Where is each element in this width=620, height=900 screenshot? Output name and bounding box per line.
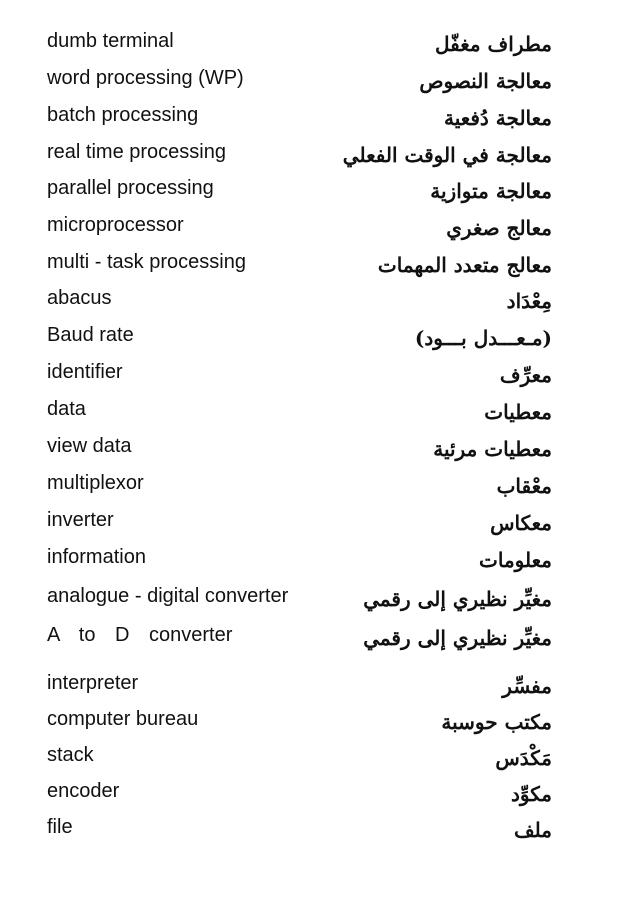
arabic-term: معالج متعدد المهمات [377,253,552,277]
glossary-entry: view data معطيات مرئية [0,433,620,469]
arabic-term: مطراف مغفّل [434,32,552,56]
english-term: interpreter [47,672,139,694]
arabic-term: معالج صغري [446,216,552,240]
arabic-term: (مـعـــدل بـــود) [414,326,552,350]
glossary-entry: Baud rate (مـعـــدل بـــود) [0,322,620,358]
arabic-term: مكتب حوسبة [441,710,552,734]
english-term: abacus [47,287,112,309]
arabic-term: مكوِّد [511,782,552,806]
glossary-entry: file ملف [0,814,620,850]
arabic-term: معالجة متوازية [430,179,552,203]
glossary-entry: multi - task processing معالج متعدد المه… [0,249,620,285]
arabic-term: معطيات [484,400,552,424]
arabic-term: مَكْدَس [495,746,552,770]
english-term: data [47,398,86,420]
glossary-entry: multiplexor معْقاب [0,470,620,506]
english-term: stack [47,744,94,766]
glossary-entry: real time processing معالجة في الوقت الف… [0,139,620,175]
english-term: dumb terminal [47,30,174,52]
english-term: inverter [47,509,114,531]
arabic-term: مفسِّر [502,674,552,698]
english-term: multiplexor [47,472,144,494]
arabic-term: معطيات مرئية [433,437,552,461]
english-term: microprocessor [47,214,184,236]
english-term: Baud rate [47,324,134,346]
english-term: encoder [47,780,120,802]
arabic-term: معالجة النصوص [419,69,552,93]
glossary-entry: abacus مِعْدَاد [0,285,620,321]
english-term: batch processing [47,104,199,126]
english-term: view data [47,435,132,457]
glossary-entry: data معطيات [0,396,620,432]
glossary-entry: computer bureau مكتب حوسبة [0,706,620,742]
english-term: multi - task processing [47,251,246,273]
arabic-term: معالجة في الوقت الفعلي [342,143,552,167]
glossary-entry: parallel processing معالجة متوازية [0,175,620,211]
english-term: word processing (WP) [47,67,244,89]
glossary-entry: interpreter مفسِّر [0,670,620,706]
english-term: information [47,546,146,568]
english-term: parallel processing [47,177,214,199]
glossary-entry: batch processing معالجة دُفعية [0,102,620,138]
glossary-entry: inverter معكاس [0,507,620,543]
english-term: identifier [47,361,123,383]
english-term: file [47,816,73,838]
arabic-term: ملف [513,818,552,842]
arabic-term: معلومات [479,548,552,572]
glossary-entry: dumb terminal مطراف مغفّل [0,28,620,64]
english-term: real time processing [47,141,226,163]
arabic-term: مغيِّر نظيري إلى رقمي [363,587,552,611]
arabic-term: معالجة دُفعية [443,106,552,130]
glossary-entry: encoder مكوِّد [0,778,620,814]
glossary-page: dumb terminal مطراف مغفّل word processin… [0,0,620,900]
arabic-term: مِعْدَاد [506,289,552,313]
arabic-term: معْقاب [496,474,552,498]
arabic-term: معرِّف [499,363,552,387]
glossary-entry: microprocessor معالج صغري [0,212,620,248]
glossary-entry: analogue - digital converter مغيِّر نظير… [0,583,620,619]
english-term: A to D converter [47,624,233,646]
glossary-entry: word processing (WP) معالجة النصوص [0,65,620,101]
english-term: analogue - digital converter [47,585,289,607]
english-term: computer bureau [47,708,199,730]
glossary-entry: A to D converter مغيِّر نظيري إلى رقمي [0,622,620,658]
glossary-entry: identifier معرِّف [0,359,620,395]
glossary-entry: information معلومات [0,544,620,580]
arabic-term: مغيِّر نظيري إلى رقمي [363,626,552,650]
arabic-term: معكاس [490,511,552,535]
glossary-entry: stack مَكْدَس [0,742,620,778]
